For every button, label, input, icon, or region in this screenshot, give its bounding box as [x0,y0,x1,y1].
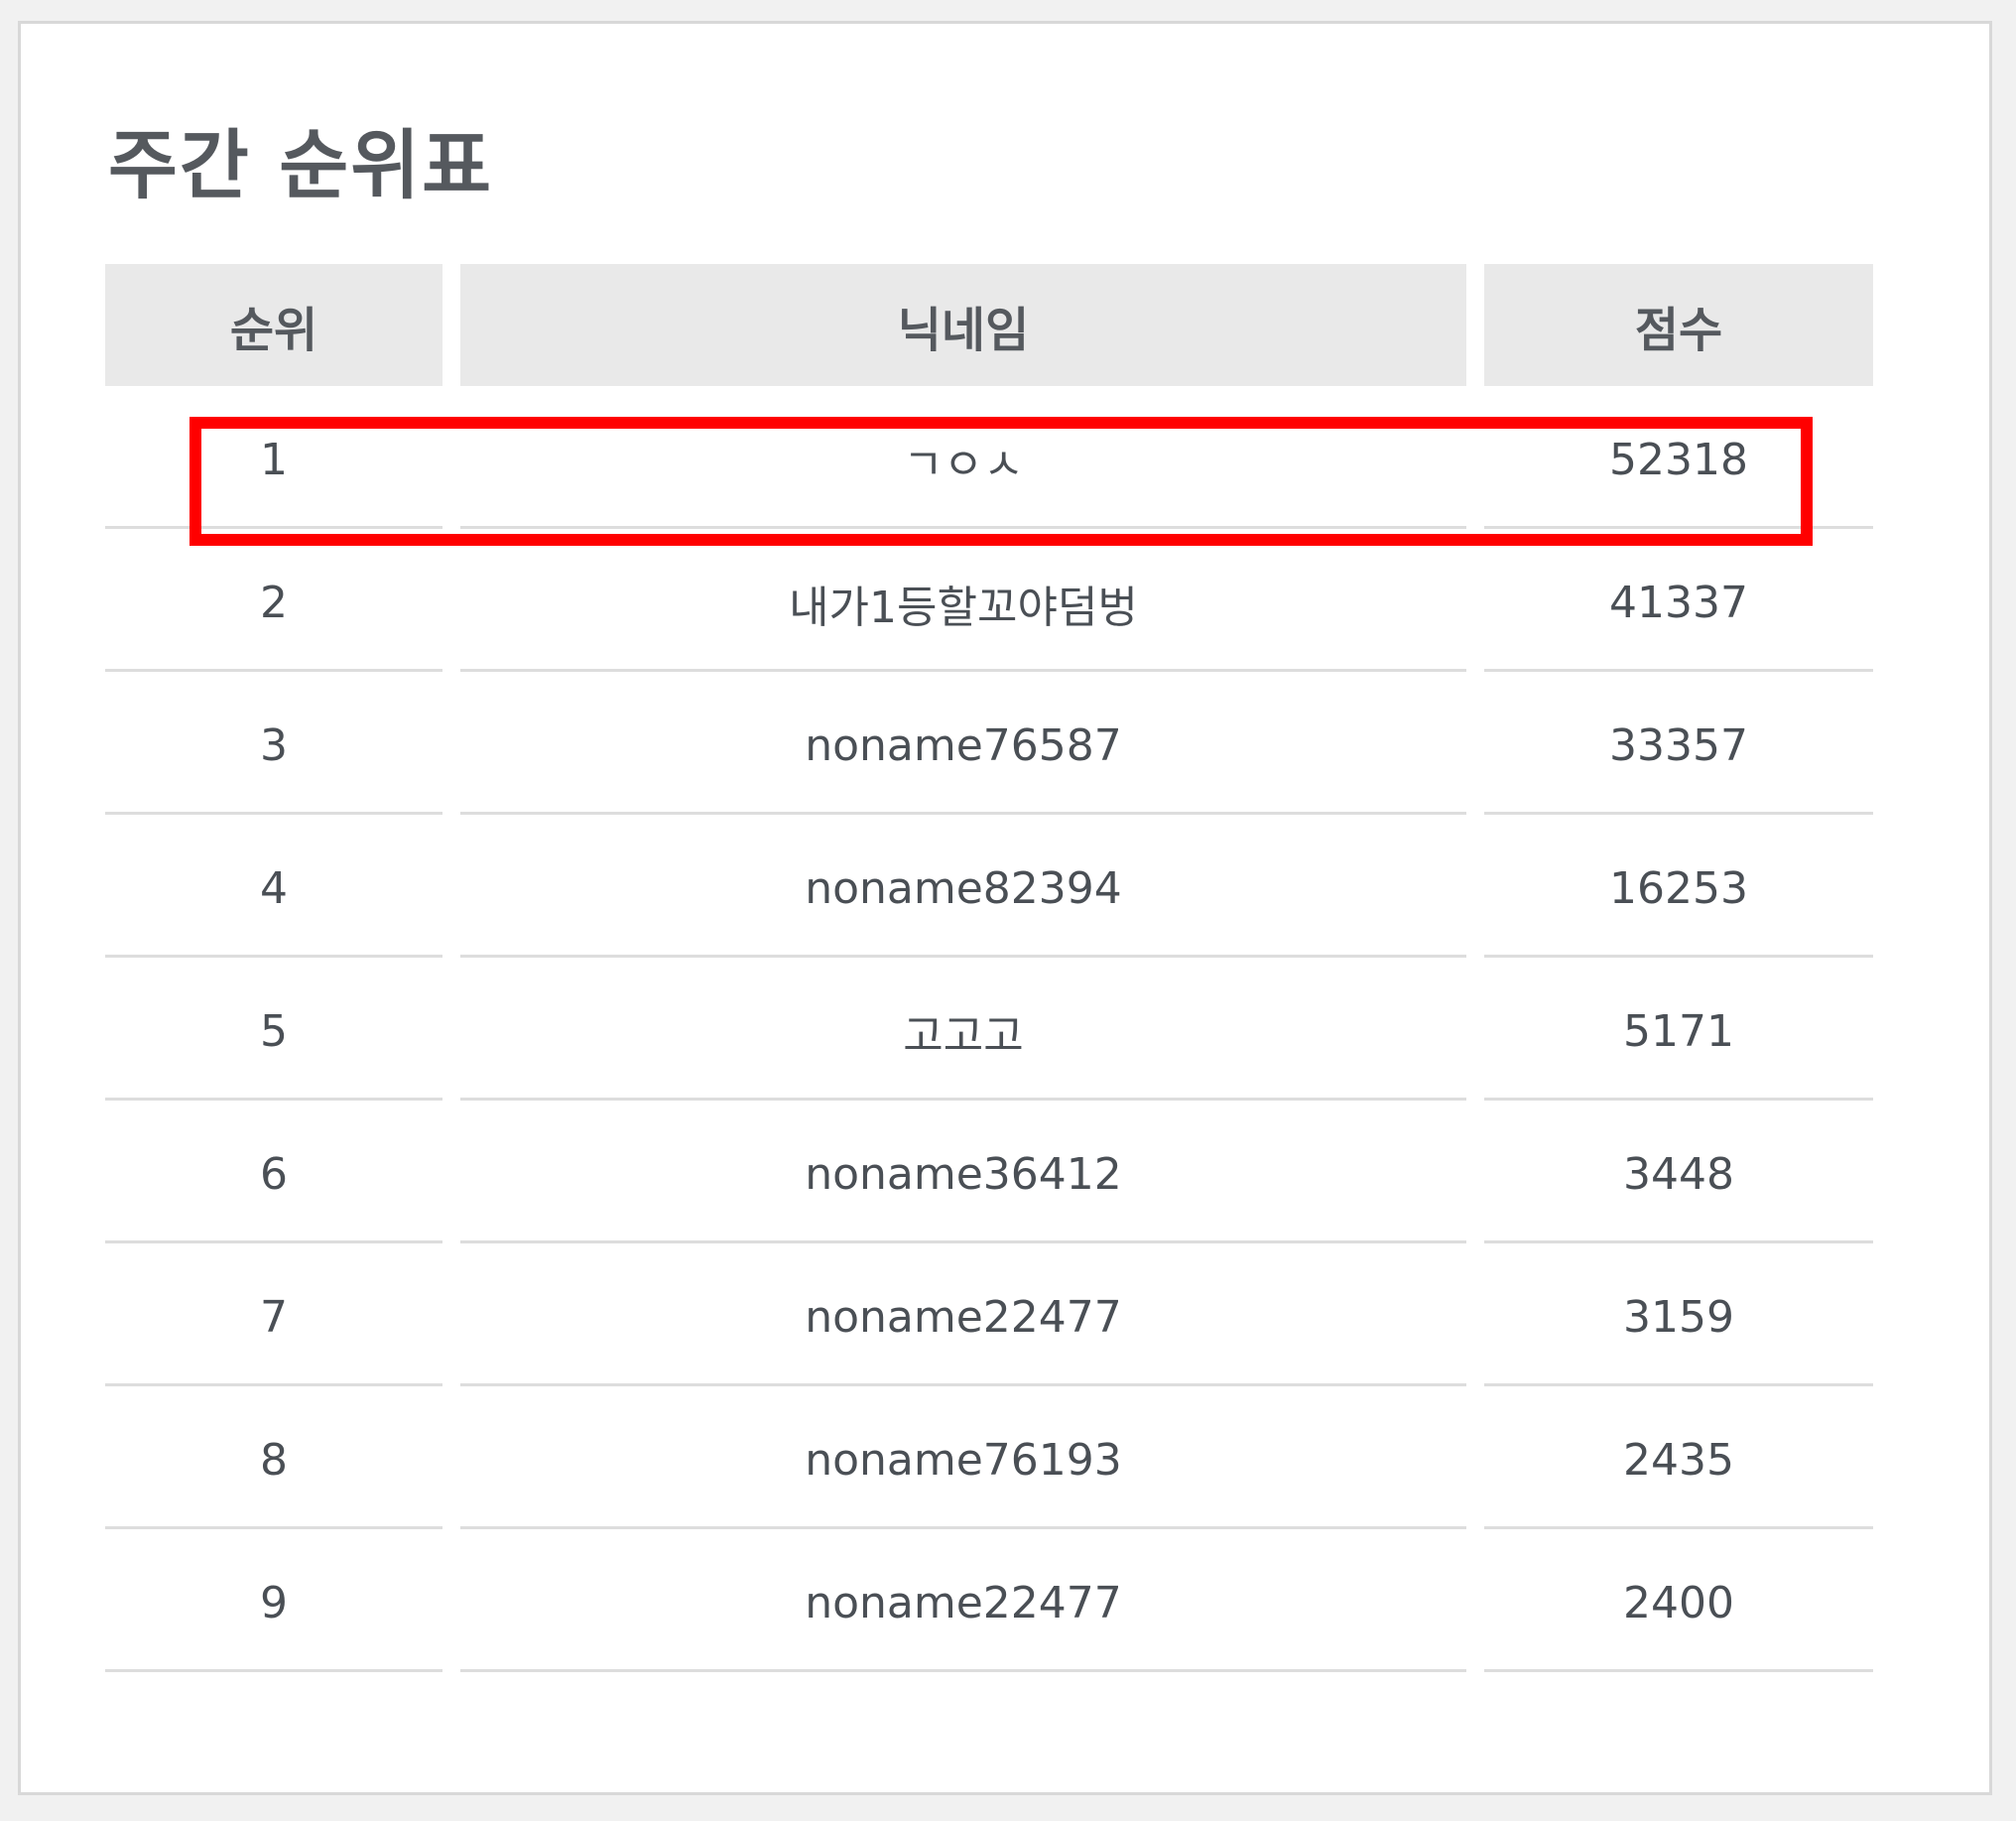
panel-title: 주간 순위표 [108,121,494,209]
table-row: 4 noname82394 16253 [105,815,1873,958]
column-header-score: 점수 [1484,264,1873,386]
table-row: 3 noname76587 33357 [105,672,1873,815]
nickname-cell: 내가1등할꼬야덤벙 [460,529,1466,672]
nickname-cell: ㄱㅇㅅ [460,386,1466,529]
rank-cell: 4 [105,815,442,958]
rank-cell: 2 [105,529,442,672]
nickname-cell: noname22477 [460,1529,1466,1672]
table-row: 6 noname36412 3448 [105,1101,1873,1243]
score-cell: 33357 [1484,672,1873,815]
column-header-rank: 순위 [105,264,442,386]
score-cell: 2400 [1484,1529,1873,1672]
rank-cell: 8 [105,1386,442,1529]
table-row: 7 noname22477 3159 [105,1243,1873,1386]
score-cell: 3448 [1484,1101,1873,1243]
column-header-nickname: 닉네임 [460,264,1466,386]
table-row: 1 ㄱㅇㅅ 52318 [105,386,1873,529]
score-cell: 2435 [1484,1386,1873,1529]
table-row: 5 고고고 5171 [105,958,1873,1101]
score-cell: 16253 [1484,815,1873,958]
score-cell: 41337 [1484,529,1873,672]
rank-cell: 3 [105,672,442,815]
rank-cell: 5 [105,958,442,1101]
rank-cell: 9 [105,1529,442,1672]
table-row: 8 noname76193 2435 [105,1386,1873,1529]
table-header-row: 순위 닉네임 점수 [105,264,1873,386]
score-cell: 3159 [1484,1243,1873,1386]
ranking-table: 순위 닉네임 점수 1 ㄱㅇㅅ 52318 2 내가1등할꼬야덤벙 41337 … [105,264,1873,1672]
rank-cell: 1 [105,386,442,529]
table-row: 2 내가1등할꼬야덤벙 41337 [105,529,1873,672]
nickname-cell: noname36412 [460,1101,1466,1243]
rank-cell: 7 [105,1243,442,1386]
score-cell: 5171 [1484,958,1873,1101]
nickname-cell: noname76193 [460,1386,1466,1529]
nickname-cell: noname82394 [460,815,1466,958]
score-cell: 52318 [1484,386,1873,529]
nickname-cell: 고고고 [460,958,1466,1101]
nickname-cell: noname76587 [460,672,1466,815]
nickname-cell: noname22477 [460,1243,1466,1386]
rank-cell: 6 [105,1101,442,1243]
table-row: 9 noname22477 2400 [105,1529,1873,1672]
